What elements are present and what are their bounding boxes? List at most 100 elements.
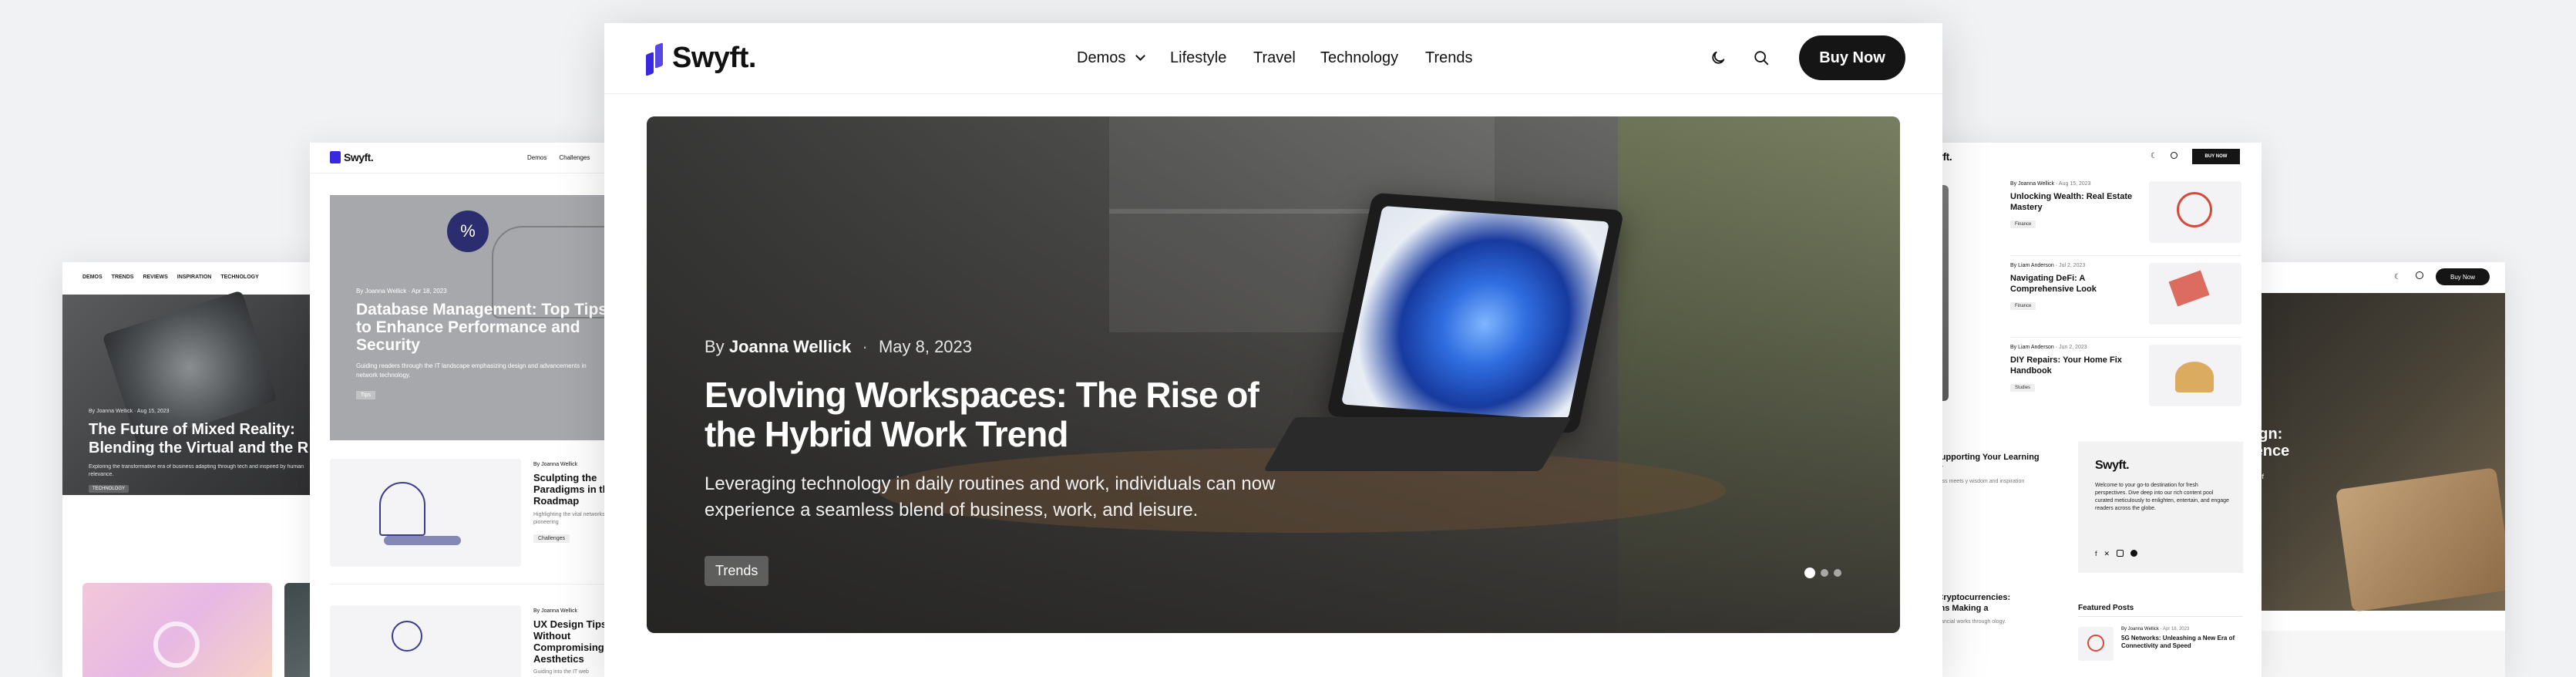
logo-icon (330, 151, 341, 163)
left-card-thumb-1[interactable] (82, 583, 272, 677)
right-featured-date: Apr 18, 2023 (2162, 627, 2190, 632)
second-post-1-author: Joanna Wellick (541, 462, 578, 467)
left-card-nav: DEMOS TRENDS REVIEWS INSPIRATION TECHNOL… (82, 275, 259, 280)
left-meta-author: By Joanna Wellick (89, 409, 133, 414)
preview-card-far-right: ☾ Buy Now Design: perience rtups, ole of (2228, 262, 2505, 677)
left-card-tag[interactable]: TECHNOLOGY (89, 485, 129, 493)
x-icon[interactable]: ✕ (2104, 550, 2110, 558)
hero-title[interactable]: Evolving Workspaces: The Rise of the Hyb… (705, 376, 1275, 454)
far-right-header: ☾ Buy Now (2228, 262, 2505, 293)
second-feature[interactable]: % By Joanna Wellick · Apr 18, 2023 Datab… (330, 195, 634, 440)
left-nav-demos[interactable]: DEMOS (82, 275, 103, 280)
right-post-3-author: Liam Anderson (2018, 345, 2054, 350)
preview-card-right: Swyft. ☾ BUY NOW By Joanna Wellick · Aug… (1910, 143, 2262, 677)
moon-icon[interactable] (1710, 49, 1727, 66)
second-nav-demos[interactable]: Demos (527, 154, 546, 161)
second-feature-date: Apr 18, 2023 (411, 288, 447, 295)
hero-excerpt: Leveraging technology in daily routines … (705, 473, 1276, 520)
right-post-1-tag[interactable]: Finance (2010, 221, 2036, 228)
second-nav-challenges[interactable]: Challenges (559, 154, 590, 161)
right-post-3-tag[interactable]: Studies (2010, 384, 2036, 392)
left-nav-inspiration[interactable]: INSPIRATION (177, 275, 212, 280)
search-icon[interactable] (2171, 152, 2177, 159)
second-feature-title[interactable]: Database Management: Top Tips to Enhance… (356, 301, 618, 354)
second-card-header: Swyft. Demos Challenges (310, 143, 634, 173)
second-post-2[interactable]: By Joanna Wellick UX Design Tips Without… (330, 605, 634, 677)
nav-demos[interactable]: Demos (1077, 49, 1145, 67)
hero-keyboard (1263, 417, 1572, 471)
right-featured-author: Joanna Wellick (2127, 627, 2159, 632)
right-post-1-author: Joanna Wellick (2018, 181, 2055, 187)
right-post-2[interactable]: By Liam Anderson · Jul 2, 2023 Navigatin… (2010, 263, 2241, 332)
buy-now-button[interactable]: Buy Now (1799, 35, 1905, 80)
slider-dot-1[interactable] (1804, 568, 1815, 578)
second-feature-tag[interactable]: Tips (356, 391, 375, 399)
second-post-2-author: Joanna Wellick (541, 608, 578, 614)
hero-slide[interactable]: By Joanna Wellick · May 8, 2023 Evolving… (647, 116, 1900, 633)
left-nav-technology[interactable]: TECHNOLOGY (220, 275, 258, 280)
nav-lifestyle[interactable]: Lifestyle (1170, 49, 1226, 67)
second-feature-excerpt: Guiding readers through the IT landscape… (356, 362, 587, 379)
second-feature-author: Joanna Wellick (365, 288, 407, 295)
main-preview-card: Swyft. Demos Lifestyle Travel Technology… (604, 23, 1942, 677)
hero-laptop (1326, 192, 1625, 434)
second-post-1-tag[interactable]: Challenges (533, 534, 570, 543)
right-featured-thumb (2078, 627, 2114, 661)
right-post-2-title[interactable]: Navigating DeFi: A Comprehensive Look (2010, 273, 2141, 295)
second-post-1-thumb (330, 459, 521, 567)
pinterest-icon[interactable] (2130, 550, 2138, 557)
right-about-logo: Swyft. (2095, 459, 2130, 472)
far-right-buy-button[interactable]: Buy Now (2436, 268, 2490, 285)
search-icon[interactable] (1753, 49, 1770, 66)
logo-icon (646, 42, 668, 76)
right-post-3[interactable]: By Liam Anderson · Jun 2, 2023 DIY Repai… (2010, 345, 2241, 414)
right-buy-button[interactable]: BUY NOW (2192, 149, 2240, 164)
right-post-1-date: Aug 15, 2023 (2058, 181, 2091, 187)
nav-trends[interactable]: Trends (1425, 49, 1473, 67)
hero-author[interactable]: Joanna Wellick (729, 337, 852, 356)
right-post-2-author: Liam Anderson (2018, 263, 2054, 268)
second-post-2-thumb (330, 605, 521, 677)
right-featured-heading: Featured Posts (2078, 604, 2134, 612)
nav-technology[interactable]: Technology (1320, 49, 1398, 67)
right-post-3-date: Jun 2, 2023 (2059, 345, 2087, 350)
moon-icon[interactable]: ☾ (2151, 152, 2157, 160)
right-post-3-thumb (2149, 345, 2241, 406)
right-post-2-thumb (2149, 263, 2241, 325)
slider-dot-3[interactable] (1834, 569, 1841, 577)
right-post-2-date: Jul 2, 2023 (2059, 263, 2086, 268)
hero-meta: By Joanna Wellick · May 8, 2023 (705, 337, 973, 356)
right-card-header: Swyft. ☾ BUY NOW (1910, 143, 2262, 173)
right-post-1-title[interactable]: Unlocking Wealth: Real Estate Mastery (2010, 191, 2141, 213)
instagram-icon[interactable] (2117, 550, 2124, 557)
right-about-social: f ✕ (2095, 550, 2138, 558)
hero-content: By Joanna Wellick · May 8, 2023 Evolving… (705, 337, 1290, 586)
left-meta-date: Aug 15, 2023 (136, 409, 170, 414)
right-post-1[interactable]: By Joanna Wellick · Aug 15, 2023 Unlocki… (2010, 181, 2241, 251)
hero-plant (1618, 116, 1900, 633)
slider-dots (1804, 568, 1841, 578)
search-icon[interactable] (2416, 271, 2423, 279)
slider-dot-2[interactable] (1821, 569, 1828, 577)
left-nav-reviews[interactable]: REVIEWS (143, 275, 167, 280)
right-about-text: Welcome to your go-to destination for fr… (2095, 483, 2229, 511)
hero-date: May 8, 2023 (878, 337, 973, 356)
second-post-1[interactable]: By Joanna Wellick Sculpting the Paradigm… (330, 459, 634, 574)
moon-icon[interactable]: ☾ (2394, 273, 2401, 281)
nav-travel[interactable]: Travel (1253, 49, 1296, 67)
second-logo[interactable]: Swyft. (330, 151, 374, 163)
main-header: Swyft. Demos Lifestyle Travel Technology… (604, 23, 1942, 94)
right-about-box: Swyft. Welcome to your go-to destination… (2078, 442, 2243, 573)
preview-card-second: Swyft. Demos Challenges % By Joanna Well… (310, 143, 634, 677)
main-logo[interactable]: Swyft. (646, 42, 756, 76)
left-nav-trends[interactable]: TRENDS (112, 275, 134, 280)
far-right-hero[interactable]: Design: perience rtups, ole of (2228, 293, 2505, 612)
hero-tag[interactable]: Trends (705, 556, 769, 586)
right-featured-title[interactable]: 5G Networks: Unleashing a New Era of Con… (2121, 635, 2243, 650)
left-card-excerpt: Exploring the transformative era of busi… (89, 464, 304, 477)
right-post-1-thumb (2149, 181, 2241, 243)
right-post-3-title[interactable]: DIY Repairs: Your Home Fix Handbook (2010, 355, 2141, 376)
chevron-down-icon (1135, 51, 1145, 61)
facebook-icon[interactable]: f (2095, 550, 2097, 558)
right-post-2-tag[interactable]: Finance (2010, 302, 2036, 310)
